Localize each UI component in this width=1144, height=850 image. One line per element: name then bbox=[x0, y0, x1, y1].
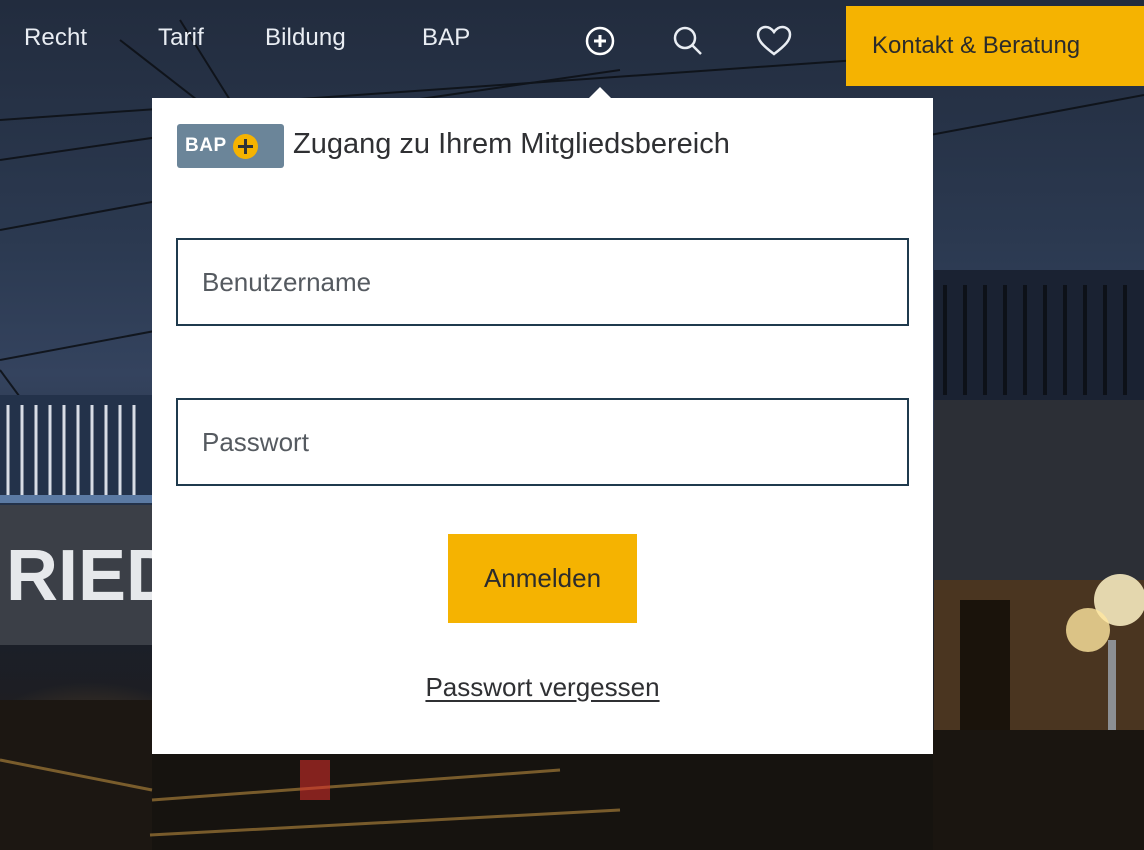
popup-pointer bbox=[589, 87, 611, 98]
nav-link-tarif[interactable]: Tarif bbox=[158, 24, 204, 52]
nav-link-bap[interactable]: BAP bbox=[422, 24, 470, 52]
plus-circle-icon[interactable] bbox=[581, 22, 619, 60]
heart-icon[interactable] bbox=[755, 22, 793, 60]
popup-title: Zugang zu Ihrem Mitgliedsbereich bbox=[293, 128, 730, 160]
bap-plus-badge: BAP bbox=[177, 124, 284, 168]
nav-link-bildung[interactable]: Bildung bbox=[265, 24, 346, 52]
plus-icon bbox=[232, 133, 258, 159]
badge-text: BAP bbox=[185, 135, 227, 156]
search-icon[interactable] bbox=[669, 22, 707, 60]
forgot-password-container: Passwort vergessen bbox=[152, 672, 933, 703]
member-login-popup: BAP Zugang zu Ihrem Mitgliedsbereich Anm… bbox=[152, 98, 933, 754]
nav-link-recht[interactable]: Recht bbox=[24, 24, 87, 52]
username-input[interactable] bbox=[176, 238, 909, 326]
top-navigation: Recht Tarif Bildung BAP Kontakt & Beratu… bbox=[0, 0, 1144, 86]
contact-consulting-button[interactable]: Kontakt & Beratung bbox=[846, 6, 1144, 86]
password-input[interactable] bbox=[176, 398, 909, 486]
forgot-password-link[interactable]: Passwort vergessen bbox=[425, 672, 659, 702]
login-button[interactable]: Anmelden bbox=[448, 534, 637, 623]
